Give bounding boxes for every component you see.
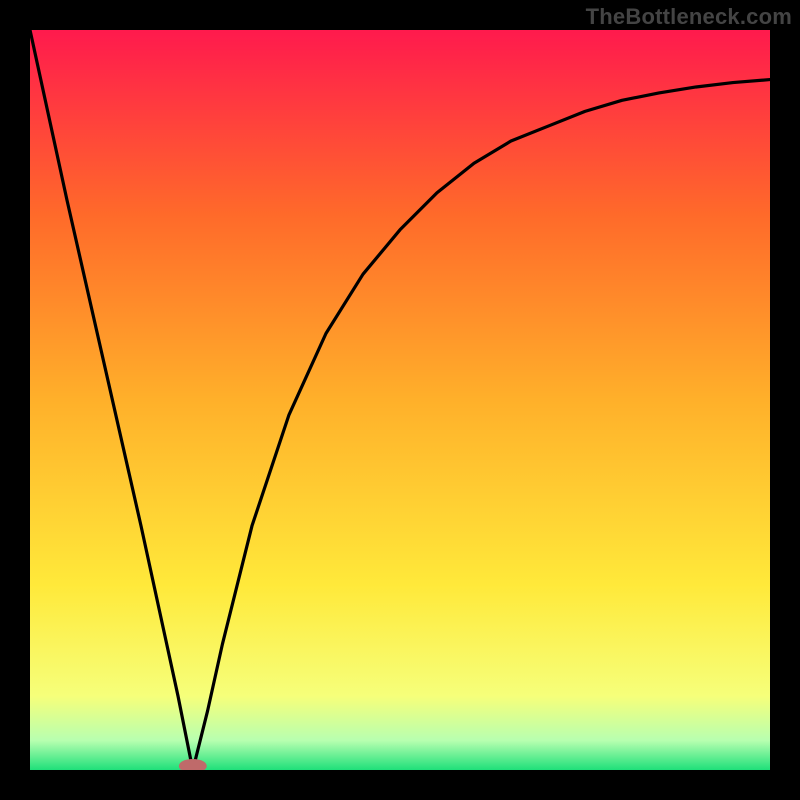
watermark-text: TheBottleneck.com [586, 4, 792, 30]
chart-frame: TheBottleneck.com [0, 0, 800, 800]
chart-svg [30, 30, 770, 770]
gradient-background [30, 30, 770, 770]
plot-area [30, 30, 770, 770]
